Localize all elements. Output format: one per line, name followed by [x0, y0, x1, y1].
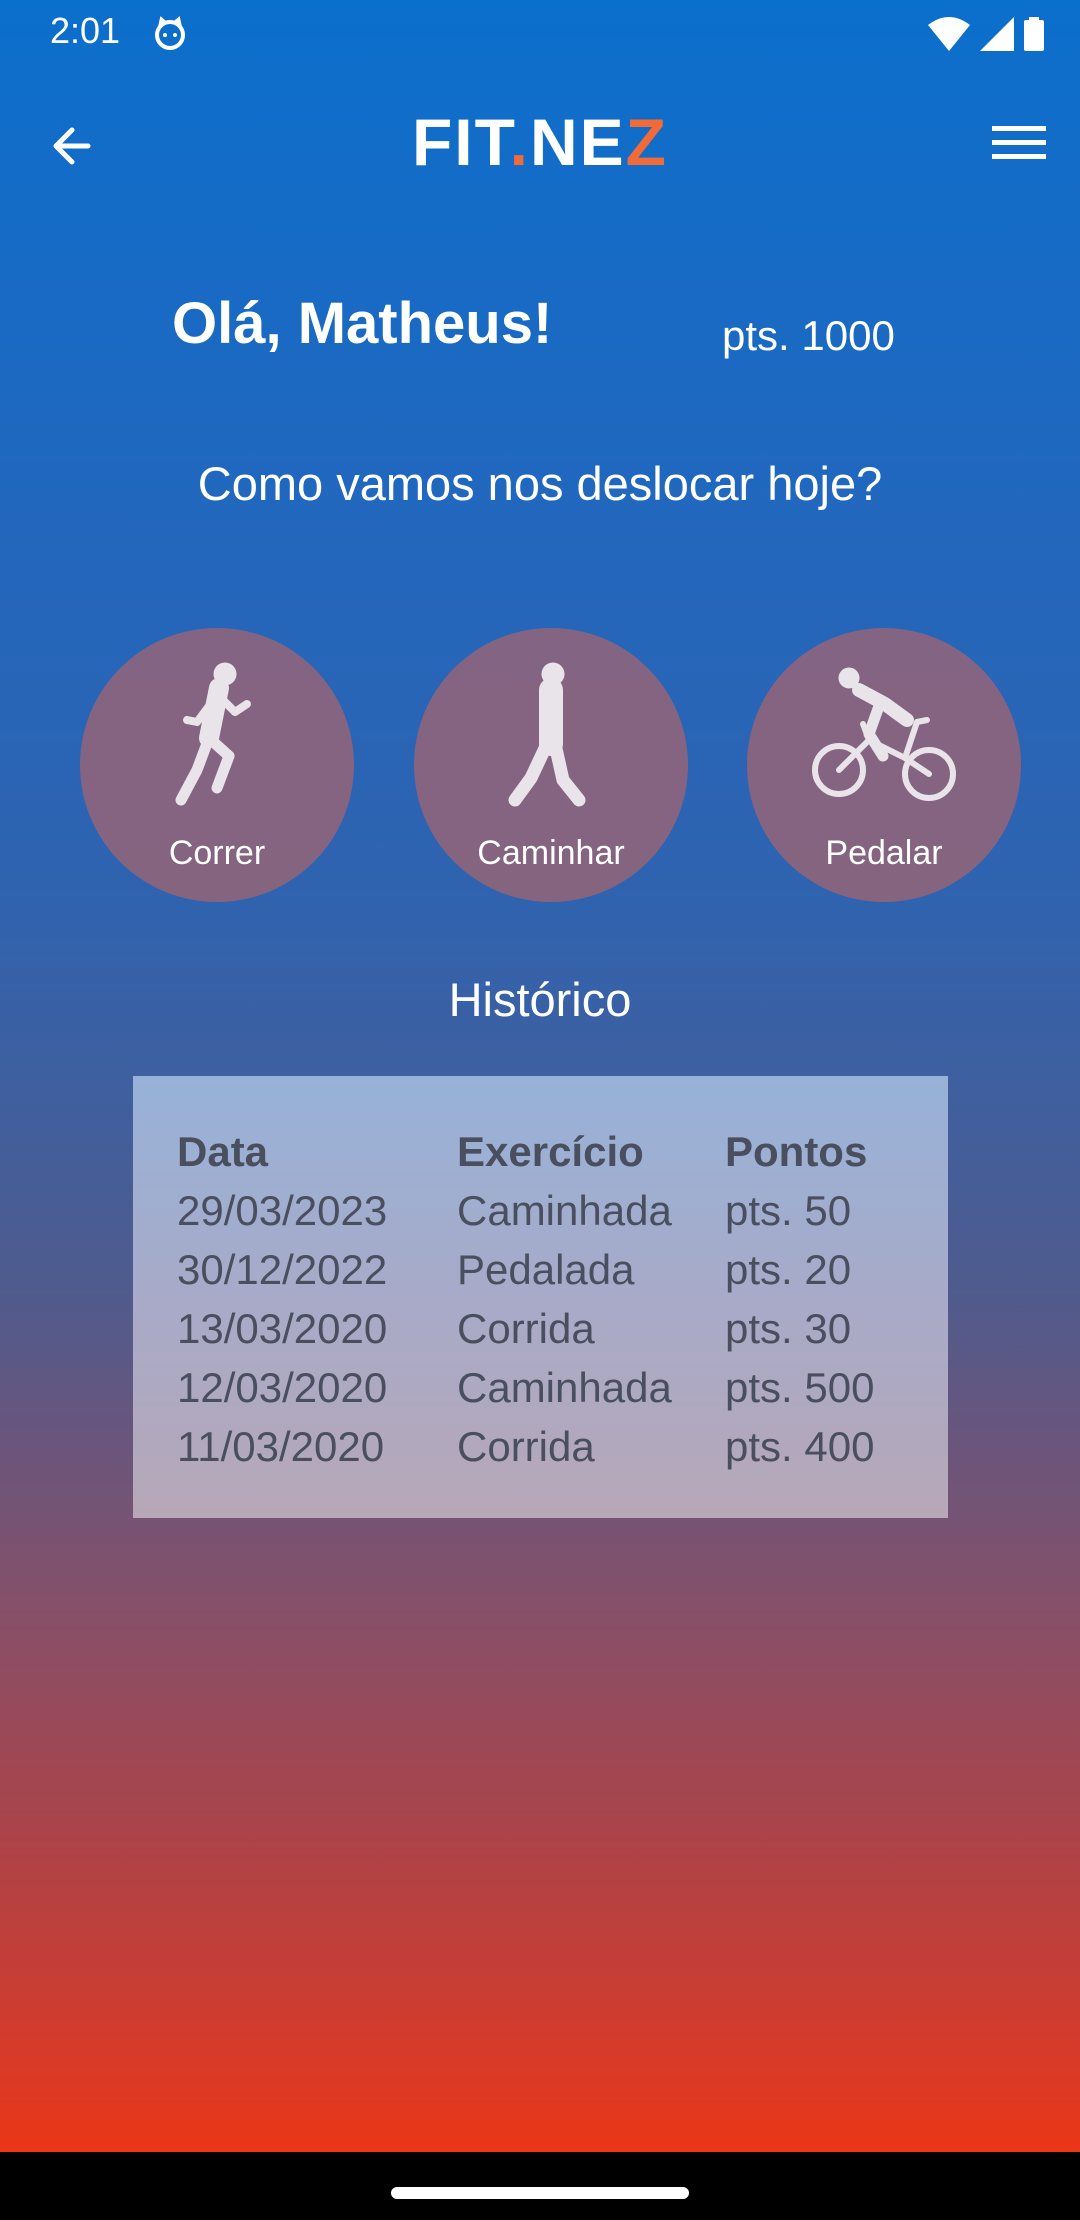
table-row: 29/03/2023 Caminhada pts. 50 [177, 1187, 917, 1246]
cell-exercise: Caminhada [457, 1187, 672, 1234]
cell-exercise: Corrida [457, 1423, 595, 1470]
cat-notification-icon [155, 16, 185, 50]
status-time: 2:01 [50, 10, 121, 51]
header-date: Data [177, 1128, 269, 1175]
cell-date: 30/12/2022 [177, 1246, 388, 1293]
cell-exercise: Pedalada [457, 1246, 635, 1293]
logo-fit: FIT [411, 105, 510, 179]
activity-modes: Correr Caminhar Pedalar [0, 628, 1080, 902]
cell-date: 29/03/2023 [177, 1187, 388, 1234]
home-gesture-handle[interactable] [391, 2187, 689, 2199]
run-button[interactable]: Correr [80, 628, 354, 902]
app-logo: FIT.NEZ [0, 104, 1080, 180]
system-nav-bar [0, 2152, 1080, 2220]
cell-points: pts. 30 [725, 1305, 852, 1352]
cell-points: pts. 400 [725, 1423, 875, 1470]
history-title: Histórico [448, 973, 632, 1026]
table-row: 12/03/2020 Caminhada pts. 500 [177, 1364, 917, 1423]
logo-z: Z [625, 105, 668, 179]
cell-exercise: Corrida [457, 1305, 595, 1352]
cell-points: pts. 500 [725, 1364, 875, 1411]
mode-label: Correr [168, 834, 266, 872]
app-bar: FIT.NEZ [0, 90, 1080, 200]
logo-ne: NE [529, 105, 626, 179]
mode-label: Pedalar [825, 834, 943, 872]
walk-button[interactable]: Caminhar [414, 628, 688, 902]
table-row: 13/03/2020 Corrida pts. 30 [177, 1305, 917, 1364]
user-points: pts. 1000 [722, 312, 895, 359]
battery-icon [1024, 17, 1044, 51]
cell-points: pts. 50 [725, 1187, 852, 1234]
header-exercise: Exercício [457, 1128, 644, 1175]
question-text: Como vamos nos deslocar hoje? [197, 457, 883, 510]
logo-dot: . [509, 105, 530, 179]
hamburger-menu-icon[interactable] [992, 122, 1046, 164]
greeting-title: Olá, Matheus! [172, 291, 553, 356]
cell-date: 11/03/2020 [177, 1423, 385, 1470]
bike-button[interactable]: Pedalar [747, 628, 1021, 902]
cyclist-icon [812, 667, 956, 801]
cell-points: pts. 20 [725, 1246, 852, 1293]
cell-date: 13/03/2020 [177, 1305, 388, 1352]
cell-exercise: Caminhada [457, 1364, 672, 1411]
history-table: Data Exercício Pontos 29/03/2023 Caminha… [133, 1076, 948, 1518]
walker-icon [508, 662, 586, 807]
status-bar: 2:01 [0, 0, 1080, 66]
mode-label: Caminhar [477, 834, 625, 872]
table-row: 30/12/2022 Pedalada pts. 20 [177, 1246, 917, 1305]
status-icons [928, 16, 1044, 52]
cell-date: 12/03/2020 [177, 1364, 388, 1411]
runner-icon [175, 662, 251, 806]
table-header-row: Data Exercício Pontos [177, 1128, 917, 1187]
signal-icon [980, 17, 1014, 51]
table-row: 11/03/2020 Corrida pts. 400 [177, 1423, 917, 1482]
wifi-icon [928, 17, 970, 51]
header-points: Pontos [725, 1128, 868, 1175]
